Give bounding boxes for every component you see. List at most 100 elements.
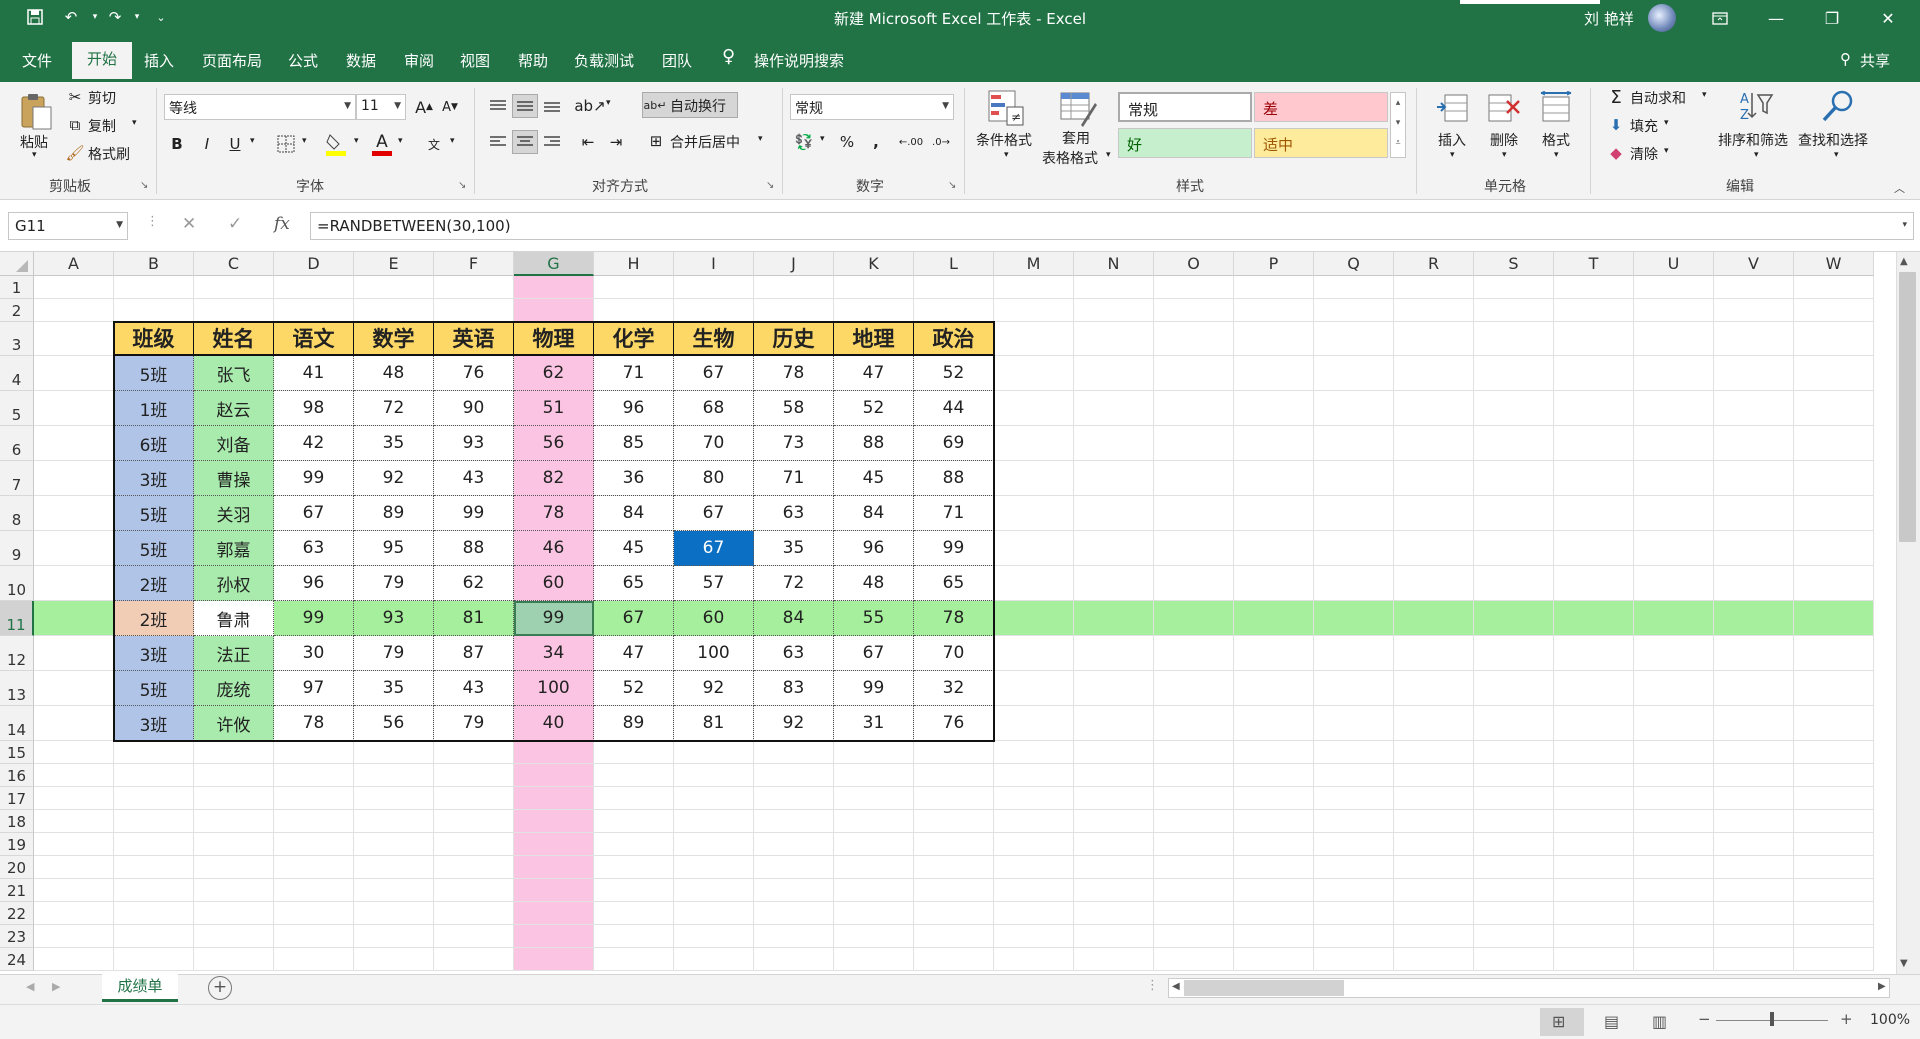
table-cell[interactable]: 67: [674, 356, 754, 391]
table-cell[interactable]: 89: [594, 706, 674, 741]
conditional-format-button[interactable]: 条件格式: [976, 130, 1032, 150]
table-cell[interactable]: 68: [674, 391, 754, 426]
select-all-corner[interactable]: [0, 252, 34, 276]
table-cell[interactable]: 庞统: [194, 671, 274, 706]
enter-icon[interactable]: ✓: [228, 214, 242, 234]
table-cell[interactable]: 87: [434, 636, 514, 671]
align-left-icon[interactable]: [486, 130, 510, 154]
table-cell[interactable]: 30: [274, 636, 354, 671]
next-sheet-icon[interactable]: ▶: [52, 980, 60, 993]
table-cell[interactable]: 67: [274, 496, 354, 531]
table-cell[interactable]: 96: [834, 531, 914, 566]
table-header-cell[interactable]: 班级: [114, 322, 194, 356]
table-cell[interactable]: 84: [834, 496, 914, 531]
table-cell[interactable]: 84: [754, 601, 834, 636]
style-bad[interactable]: 差: [1254, 92, 1388, 122]
row-header[interactable]: 2: [0, 299, 34, 322]
table-cell[interactable]: 71: [754, 461, 834, 496]
table-cell[interactable]: 81: [434, 601, 514, 636]
tab-view[interactable]: 视图: [460, 50, 490, 71]
grow-font-icon[interactable]: A ▲: [412, 94, 436, 120]
table-cell[interactable]: 96: [274, 566, 354, 601]
font-color-icon[interactable]: A: [370, 130, 394, 158]
table-header-cell[interactable]: 历史: [754, 322, 834, 356]
table-cell[interactable]: 3班: [114, 706, 194, 741]
table-cell[interactable]: 3班: [114, 636, 194, 671]
table-cell[interactable]: 47: [594, 636, 674, 671]
font-name-select[interactable]: 等线 ▼: [164, 94, 356, 120]
column-header[interactable]: C: [194, 252, 274, 276]
column-header[interactable]: P: [1234, 252, 1314, 276]
table-cell[interactable]: 93: [434, 426, 514, 461]
increase-indent-icon[interactable]: ⇥: [604, 130, 628, 154]
table-cell[interactable]: 72: [354, 391, 434, 426]
border-icon[interactable]: [274, 132, 298, 156]
table-cell[interactable]: 79: [434, 706, 514, 741]
table-cell[interactable]: 67: [834, 636, 914, 671]
restore-icon[interactable]: ❐: [1804, 0, 1860, 36]
table-cell[interactable]: 99: [274, 601, 354, 636]
insert-function-icon[interactable]: fx: [274, 214, 290, 234]
merge-center-button[interactable]: 合并后居中: [670, 132, 740, 152]
italic-button[interactable]: I: [196, 132, 218, 156]
tell-me-search[interactable]: 操作说明搜索: [754, 50, 844, 71]
table-cell[interactable]: 2班: [114, 566, 194, 601]
table-cell[interactable]: 关羽: [194, 496, 274, 531]
column-header[interactable]: R: [1394, 252, 1474, 276]
table-cell[interactable]: 63: [754, 496, 834, 531]
table-cell[interactable]: 2班: [114, 601, 194, 636]
table-cell[interactable]: 93: [354, 601, 434, 636]
table-header-cell[interactable]: 数学: [354, 322, 434, 356]
autosum-button[interactable]: 自动求和: [1630, 88, 1686, 108]
table-cell[interactable]: 88: [434, 531, 514, 566]
row-header[interactable]: 3: [0, 322, 34, 356]
column-header[interactable]: N: [1074, 252, 1154, 276]
align-center-icon[interactable]: [512, 130, 538, 154]
table-cell[interactable]: 65: [594, 566, 674, 601]
table-cell[interactable]: 99: [514, 601, 594, 636]
table-cell[interactable]: 44: [914, 391, 994, 426]
ribbon-display-options-icon[interactable]: [1692, 0, 1748, 36]
format-painter-button[interactable]: 格式刷: [88, 144, 130, 164]
close-icon[interactable]: ✕: [1860, 0, 1916, 36]
fill-color-icon[interactable]: [324, 130, 348, 158]
tab-help[interactable]: 帮助: [518, 50, 548, 71]
column-header[interactable]: J: [754, 252, 834, 276]
tab-file[interactable]: 文件: [22, 50, 52, 71]
spreadsheet-grid[interactable]: ABCDEFGHIJKLMNOPQRSTUVW 1 2 3 4 5 6 7 8 9 10 11 12 1…: [0, 252, 1920, 974]
table-cell[interactable]: 45: [594, 531, 674, 566]
tab-insert[interactable]: 插入: [144, 50, 174, 71]
table-cell[interactable]: 92: [354, 461, 434, 496]
table-cell[interactable]: 42: [274, 426, 354, 461]
column-header[interactable]: F: [434, 252, 514, 276]
zoom-in-icon[interactable]: +: [1840, 1010, 1853, 1028]
table-header-cell[interactable]: 物理: [514, 322, 594, 356]
table-cell[interactable]: 76: [914, 706, 994, 741]
tab-data[interactable]: 数据: [346, 50, 376, 71]
row-header[interactable]: 12: [0, 636, 34, 671]
column-header[interactable]: V: [1714, 252, 1794, 276]
table-cell[interactable]: 6班: [114, 426, 194, 461]
table-header-cell[interactable]: 姓名: [194, 322, 274, 356]
page-layout-view-icon[interactable]: ▤: [1604, 1012, 1619, 1031]
row-header[interactable]: 18: [0, 810, 34, 833]
table-cell[interactable]: 83: [754, 671, 834, 706]
normal-view-icon[interactable]: ⊞: [1552, 1012, 1565, 1031]
table-cell[interactable]: 97: [274, 671, 354, 706]
table-cell[interactable]: 32: [914, 671, 994, 706]
column-header[interactable]: A: [34, 252, 114, 276]
table-cell[interactable]: 41: [274, 356, 354, 391]
table-cell[interactable]: 82: [514, 461, 594, 496]
zoom-level[interactable]: 100%: [1870, 1012, 1910, 1028]
row-header[interactable]: 1: [0, 276, 34, 299]
format-cells-button[interactable]: 格式: [1542, 130, 1570, 150]
table-cell[interactable]: 88: [914, 461, 994, 496]
format-as-table-line1[interactable]: 套用: [1062, 128, 1090, 148]
insert-dropdown-icon[interactable]: ▾: [1450, 150, 1455, 160]
row-header[interactable]: 15: [0, 741, 34, 764]
table-header-cell[interactable]: 语文: [274, 322, 354, 356]
column-header[interactable]: E: [354, 252, 434, 276]
table-cell[interactable]: 5班: [114, 356, 194, 391]
table-cell[interactable]: 100: [674, 636, 754, 671]
copy-button[interactable]: 复制: [88, 116, 116, 136]
